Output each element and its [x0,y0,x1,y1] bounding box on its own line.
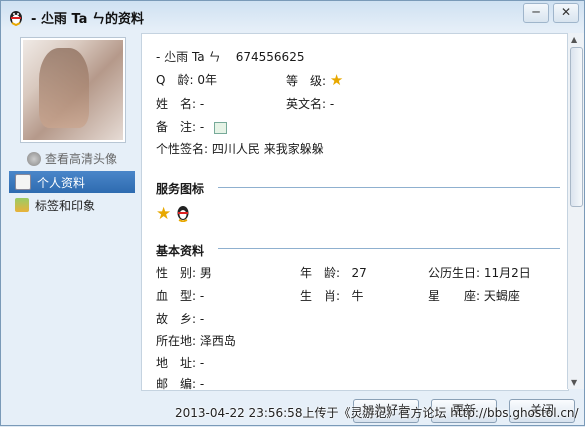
qage-value: 0年 [197,73,217,87]
level-label: 等 级: [286,74,327,88]
hometown-label: 故 乡: [156,312,197,326]
sidebar-item-label: 个人资料 [37,175,86,190]
view-hd-avatar-link[interactable]: 查看高清头像 [27,150,117,167]
close-window-button[interactable]: ✕ [553,3,579,23]
qage-label: Q 龄: [156,73,194,87]
constellation-label: 星 座: [428,289,481,303]
profile-content[interactable]: - 尐雨 Ta ㄣ 674556625 Q 龄: 0年 等 级: ★ 姓 名: … [141,33,569,391]
scroll-up-icon[interactable]: ▲ [571,35,577,44]
tag-icon [15,198,29,212]
qq-penguin-icon [10,11,22,26]
english-name-value: - [329,97,335,111]
sidebar: 查看高清头像 个人资料 标签和印象 [7,33,141,389]
blood-type-label: 血 型: [156,289,197,303]
sidebar-item-label: 标签和印象 [35,198,96,213]
profile-window: - 尐雨 Ta ㄣ的资料 ─ ✕ 查看高清头像 个人资料 标签和印象 - 尐雨 … [0,0,585,426]
hometown-value: - [199,312,205,326]
sidebar-item-tags[interactable]: 标签和印象 [9,194,135,216]
minimize-button[interactable]: ─ [523,3,549,23]
blood-type-value: - [199,289,205,303]
location-value: 泽西岛 [199,334,236,348]
gender-value: 男 [199,266,212,280]
location-label: 所在地: [156,334,197,348]
view-hd-avatar-label: 查看高清头像 [45,152,118,166]
scrollbar-thumb[interactable] [570,47,583,207]
zoom-icon [27,151,41,166]
birthday-value: 11月2日 [483,266,531,280]
upload-watermark: 2013-04-22 23:56:58上传于《灵游记》官方论坛 http://b… [175,406,579,420]
zipcode-value: - [199,377,205,391]
title-bar[interactable]: - 尐雨 Ta ㄣ的资料 ─ ✕ [1,1,584,33]
window-title: - 尐雨 Ta ㄣ的资料 [31,12,144,27]
name-label: 姓 名: [156,97,197,111]
qq-show-icon[interactable] [175,204,191,223]
qq-number: 674556625 [235,50,305,64]
nickname-line: - 尐雨 Ta ㄣ 674556625 [156,48,304,65]
name-value: - [199,97,205,111]
service-icons-heading: 服务图标 [156,182,205,196]
address-value: - [199,356,205,370]
id-card-icon [15,174,31,190]
vertical-scrollbar[interactable]: ▲ ▼ [567,33,584,389]
age-value: 27 [351,266,367,280]
basic-info-heading: 基本资料 [156,244,205,258]
sidebar-item-personal-info[interactable]: 个人资料 [9,171,135,193]
edit-remark-icon[interactable] [214,121,228,134]
remark-value: - [199,120,205,134]
address-label: 地 址: [156,356,197,370]
level-star-icon: ★ [329,71,344,89]
divider [218,248,560,249]
gender-label: 性 别: [156,266,197,280]
constellation-value: 天蝎座 [483,289,520,303]
avatar[interactable] [20,37,126,143]
english-name-label: 英文名: [286,97,327,111]
signature-value: 四川人民 来我家躲躲 [211,142,324,156]
age-label: 年 龄: [300,266,341,280]
birthday-label: 公历生日: [428,266,481,280]
scroll-down-icon[interactable]: ▼ [571,378,577,387]
signature-label: 个性签名: [156,142,209,156]
avatar-photo [39,48,89,128]
nickname: - 尐雨 Ta ㄣ [156,50,221,64]
zodiac-value: 牛 [351,289,364,303]
divider [218,187,560,188]
zodiac-label: 生 肖: [300,289,341,303]
remark-label: 备 注: [156,120,197,134]
service-star-icon[interactable]: ★ [156,204,171,224]
zipcode-label: 邮 编: [156,377,197,391]
